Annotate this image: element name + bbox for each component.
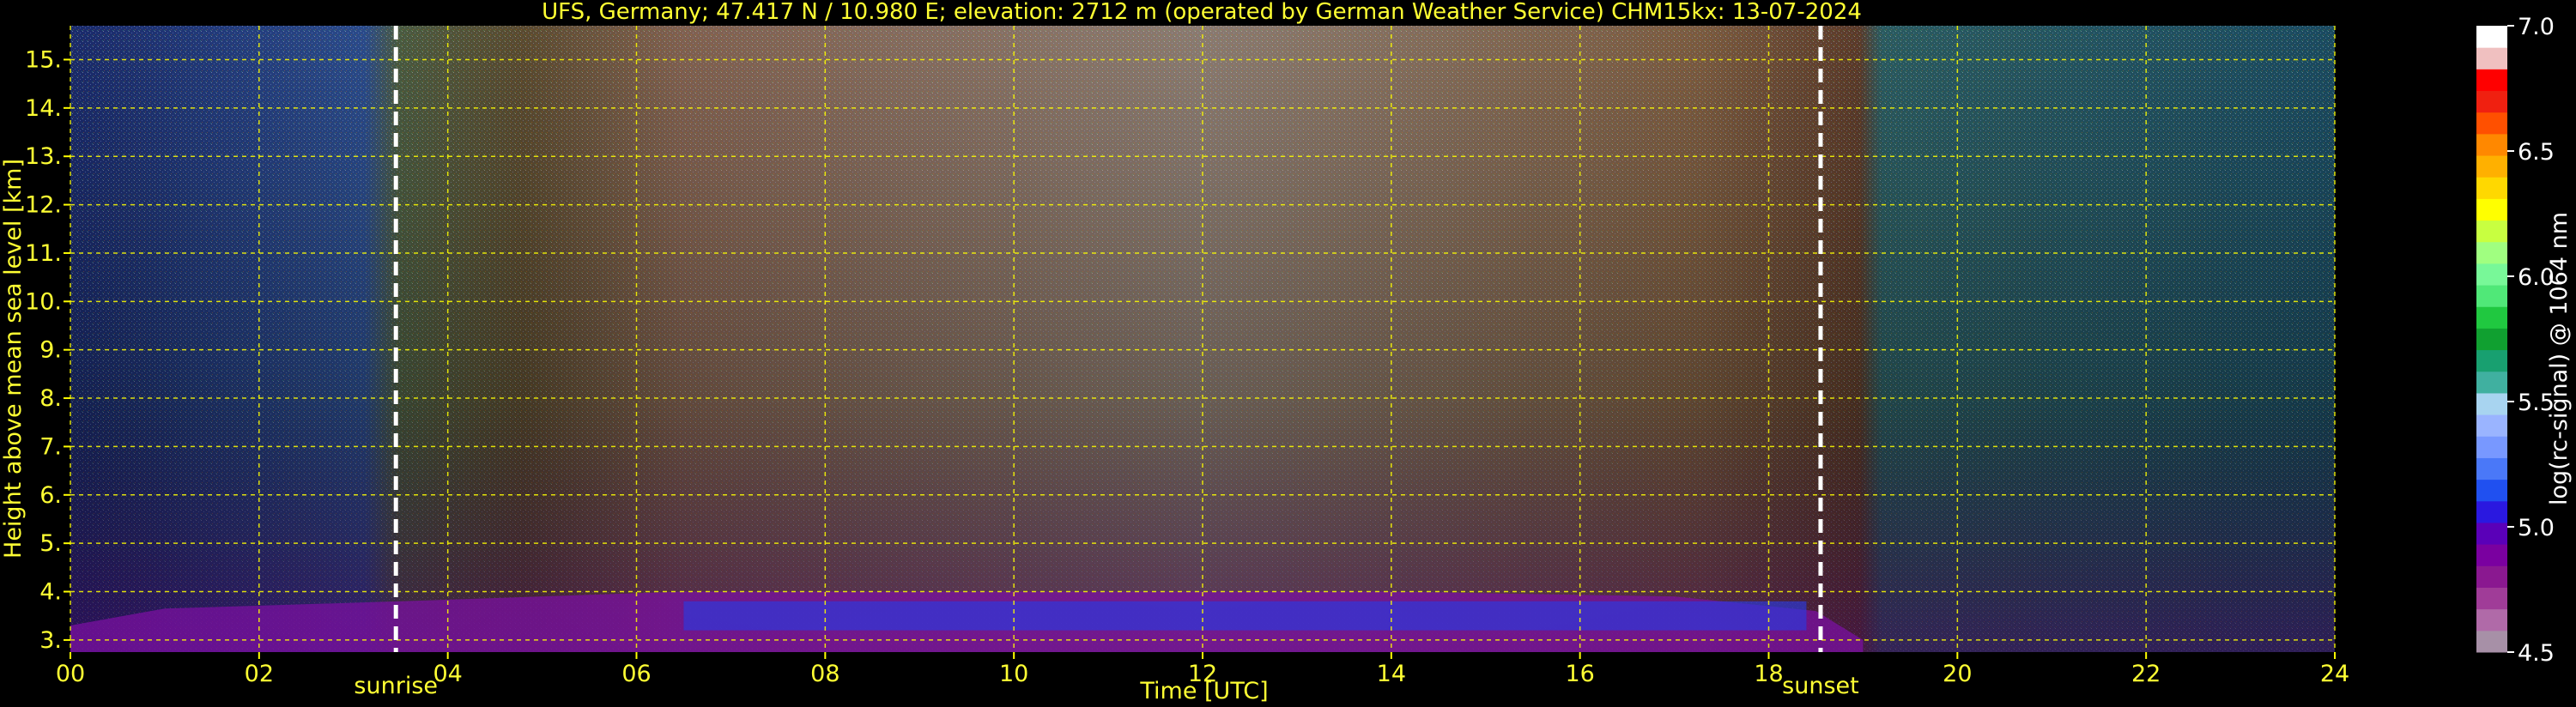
colorbar-segment [2476,436,2507,458]
colorbar-segment [2476,69,2507,92]
colorbar-segment [2476,565,2507,588]
colorbar-segment [2476,630,2507,653]
x-tick-label: 06 [621,661,651,687]
colorbar-segment [2476,328,2507,351]
y-axis-ticks: 3. 4. 5. 6. 7. 8. 9. 10. 11. 12. 13. 14. 15. [25,46,70,654]
x-tick-label: 02 [245,661,274,687]
colorbar-segment [2476,112,2507,135]
x-tick-label: 20 [1943,661,1972,687]
colorbar-segment [2476,608,2507,631]
colorbar-segment [2476,306,2507,329]
colorbar-segment [2476,47,2507,69]
chart-title: UFS, Germany; 47.417 N / 10.980 E; eleva… [542,0,1862,25]
annotation-label-sunset: sunset [1782,673,1859,699]
colorbar-segment [2476,285,2507,307]
y-tick-label: 3. [39,627,62,654]
colorbar-tick-label: 6.5 [2518,139,2555,166]
colorbar-segment [2476,90,2507,113]
y-axis-label: Height above mean sea level [km] [0,159,27,559]
boundary-layer-core [683,601,1807,631]
y-tick-label: 10. [25,288,62,315]
colorbar-segment [2476,177,2507,199]
colorbar-segment [2476,500,2507,523]
x-tick-label: 16 [1565,661,1594,687]
colorbar-segment [2476,26,2507,48]
annotation-label-sunrise: sunrise [354,673,438,699]
colorbar-segment [2476,479,2507,502]
y-tick-label: 14. [25,95,62,122]
colorbar-segment [2476,457,2507,480]
y-tick-label: 13. [25,143,62,170]
ceilometer-chart: 00 02 04 06 08 10 12 14 16 18 20 22 24 3.4.5.6.7.8.9… [0,0,2573,704]
colorbar-segment [2476,414,2507,437]
colorbar-segment [2476,220,2507,243]
colorbar-segment [2476,133,2507,156]
y-tick-label: 6. [39,482,62,509]
y-tick-label: 5. [39,530,62,557]
y-tick-label: 7. [39,433,62,460]
y-tick-label: 9. [39,337,62,364]
colorbar-tick-label: 5.0 [2518,515,2555,541]
colorbar-label: log(rc-signal) @ 1064 nm [2546,212,2573,505]
x-tick-label: 18 [1754,661,1783,687]
colorbar-segment [2476,392,2507,415]
colorbar-tick-label: 7.0 [2518,14,2555,40]
y-tick-label: 15. [25,46,62,73]
colorbar [2476,26,2507,653]
colorbar-segment [2476,522,2507,545]
x-tick-label: 22 [2131,661,2161,687]
annotation-labels: sunrise sunset [354,673,1858,699]
y-tick-label: 11. [25,240,62,267]
x-tick-label: 00 [56,661,85,687]
colorbar-segment [2476,241,2507,264]
x-axis-label: Time [UTC] [1139,678,1268,704]
y-tick-label: 4. [39,579,62,606]
colorbar-segment [2476,587,2507,610]
colorbar-segment [2476,544,2507,566]
colorbar-tick-label: 4.5 [2518,640,2555,667]
colorbar-segment [2476,263,2507,286]
y-tick-label: 8. [39,385,62,412]
x-tick-label: 08 [810,661,839,687]
colorbar-segment [2476,371,2507,394]
x-tick-label: 24 [2320,661,2349,687]
colorbar-segment [2476,198,2507,221]
x-tick-label: 10 [999,661,1028,687]
x-tick-label: 14 [1377,661,1406,687]
colorbar-segment [2476,155,2507,178]
y-tick-label: 12. [25,192,62,219]
colorbar-segment [2476,349,2507,372]
